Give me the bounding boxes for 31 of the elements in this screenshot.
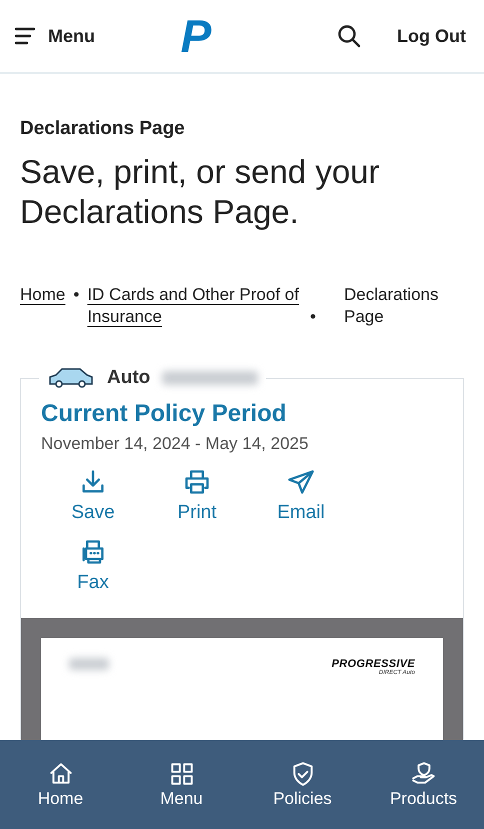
action-button[interactable]: Fax: [41, 538, 145, 594]
action-button[interactable]: Save: [41, 468, 145, 524]
breadcrumb-separator: •: [310, 306, 316, 328]
breadcrumb-separator: •: [73, 284, 80, 306]
breadcrumb-link[interactable]: Home: [20, 284, 66, 306]
breadcrumb-link[interactable]: ID Cards and Other Proof of Insurance: [87, 284, 302, 328]
policy-type: Auto: [107, 367, 150, 389]
home-icon: [48, 760, 74, 786]
nav-item[interactable]: Home: [0, 760, 121, 810]
printer-icon: [183, 468, 211, 496]
hand-shield-icon: [410, 760, 436, 786]
action-button[interactable]: Print: [145, 468, 249, 524]
menu-icon: [14, 27, 36, 45]
nav-item[interactable]: Products: [363, 760, 484, 810]
car-icon: [47, 366, 95, 390]
logout-button[interactable]: Log Out: [397, 26, 466, 46]
menu-button[interactable]: Menu: [14, 26, 95, 46]
breadcrumb-current: Declarations Page: [344, 284, 440, 328]
action-button[interactable]: Email: [249, 468, 353, 524]
nav-item[interactable]: Policies: [242, 760, 363, 810]
logo: P: [180, 9, 212, 63]
grid-icon: [168, 760, 194, 786]
nav-item[interactable]: Menu: [121, 760, 242, 810]
policy-period: November 14, 2024 - May 14, 2025: [41, 434, 310, 454]
brand-name: PROGRESSIVE: [332, 658, 415, 670]
send-icon: [287, 468, 315, 496]
card-title: Current Policy Period: [41, 400, 288, 428]
redacted-text: [69, 658, 109, 670]
page-heading: Save, print, or send your Declarations Page.: [20, 152, 381, 232]
search-icon[interactable]: [337, 24, 362, 48]
section-label: Declarations Page: [20, 118, 186, 140]
